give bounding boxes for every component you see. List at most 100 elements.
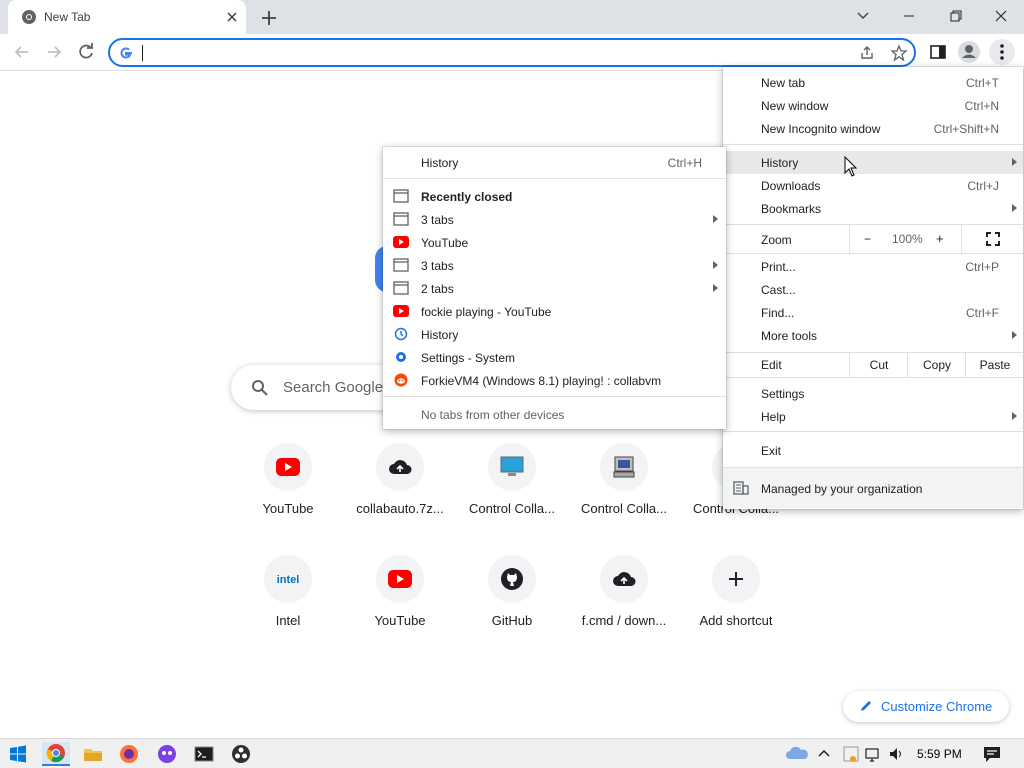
github-icon [501, 568, 523, 590]
copy-button[interactable]: Copy [907, 353, 965, 377]
menu-item-new-incognito-window[interactable]: New Incognito window Ctrl+Shift+N [723, 117, 1023, 140]
chrome-icon [46, 744, 65, 763]
file-explorer-icon[interactable] [81, 742, 105, 766]
shortcut-tile[interactable]: intel Intel [232, 555, 344, 655]
menu-separator [723, 377, 1023, 378]
history-item[interactable]: History [383, 323, 726, 346]
intel-icon: intel [277, 574, 300, 586]
menu-item-exit[interactable]: Exit [723, 439, 1023, 462]
svg-text:intel: intel [277, 574, 300, 586]
tab-new-tab[interactable]: New Tab [8, 0, 246, 34]
menu-item-history[interactable]: History [723, 151, 1023, 174]
managed-by-organization[interactable]: Managed by your organization [723, 468, 1023, 508]
pencil-icon [861, 701, 871, 711]
zoom-out-button[interactable]: − [864, 232, 871, 246]
menu-item-help[interactable]: Help [723, 405, 1023, 428]
onedrive-icon[interactable] [784, 742, 810, 766]
shortcut-label: YouTube [262, 501, 314, 516]
recently-closed-header: Recently closed [383, 185, 726, 208]
close-icon[interactable] [224, 9, 240, 25]
shortcut-tile[interactable]: YouTube [232, 443, 344, 543]
zoom-in-button[interactable]: + [936, 231, 944, 246]
menu-item-bookmarks[interactable]: Bookmarks [723, 197, 1023, 220]
history-item[interactable]: 3 tabs [383, 254, 726, 277]
history-item[interactable]: Settings - System [383, 346, 726, 369]
back-icon[interactable] [9, 39, 35, 65]
clock-time[interactable]: 5:59 PM [917, 747, 962, 761]
network-icon[interactable] [863, 742, 883, 766]
reload-icon[interactable] [73, 39, 99, 65]
history-item[interactable]: ForkieVM4 (Windows 8.1) playing! : colla… [383, 369, 726, 392]
windows-start-icon[interactable] [6, 742, 30, 766]
window-icon [393, 189, 409, 203]
shortcut-tile[interactable]: Control Colla... [456, 443, 568, 543]
history-item[interactable]: fockie playing - YouTube [383, 300, 726, 323]
shortcut-tile[interactable]: collabauto.7z... [344, 443, 456, 543]
new-tab-button[interactable] [258, 7, 280, 29]
fullscreen-icon[interactable] [986, 232, 1000, 246]
history-item[interactable]: 3 tabs [383, 208, 726, 231]
computer-icon [613, 456, 635, 478]
app-purple-icon[interactable] [155, 742, 179, 766]
customize-chrome-button[interactable]: Customize Chrome [843, 691, 1009, 722]
cloud-upload-icon [613, 572, 636, 586]
youtube-icon [393, 305, 409, 317]
shortcut-tile[interactable]: GitHub [456, 555, 568, 655]
shortcut-label: f.cmd / down... [581, 613, 667, 628]
firefox-icon[interactable] [117, 742, 141, 766]
command-prompt-icon[interactable] [192, 742, 216, 766]
add-shortcut-button[interactable]: Add shortcut [680, 555, 792, 655]
profile-avatar-icon[interactable] [956, 39, 982, 65]
shortcut-tile[interactable]: Control Colla... [568, 443, 680, 543]
history-submenu-item-history[interactable]: History Ctrl+H [383, 151, 726, 174]
cut-button[interactable]: Cut [849, 353, 907, 377]
address-bar[interactable] [108, 38, 916, 67]
menu-separator [723, 253, 1023, 254]
menu-separator [723, 144, 1023, 145]
bookmark-star-icon[interactable] [890, 44, 908, 62]
menu-item-cast[interactable]: Cast... [723, 278, 1023, 301]
edit-label: Edit [761, 358, 782, 372]
side-panel-icon[interactable] [925, 39, 951, 65]
history-item[interactable]: YouTube [383, 231, 726, 254]
menu-item-print[interactable]: Print... Ctrl+P [723, 255, 1023, 278]
submenu-arrow-icon [713, 261, 718, 269]
menu-item-settings[interactable]: Settings [723, 382, 1023, 405]
submenu-arrow-icon [1012, 204, 1017, 212]
minimize-icon[interactable] [895, 4, 923, 28]
text-caret [142, 45, 143, 61]
window-icon [393, 258, 409, 272]
search-placeholder: Search Google [283, 379, 384, 396]
shortcut-tile[interactable]: f.cmd / down... [568, 555, 680, 655]
youtube-icon [276, 458, 300, 476]
menu-item-find[interactable]: Find... Ctrl+F [723, 301, 1023, 324]
notification-app-icon[interactable] [841, 742, 861, 766]
chrome-icon [22, 10, 36, 24]
tab-search-chevron-icon[interactable] [849, 4, 877, 28]
obs-icon[interactable] [229, 742, 253, 766]
history-item[interactable]: 2 tabs [383, 277, 726, 300]
window-close-icon[interactable] [987, 4, 1015, 28]
taskbar-chrome[interactable] [42, 742, 70, 766]
shortcut-tile[interactable]: YouTube [344, 555, 456, 655]
volume-icon[interactable] [887, 742, 907, 766]
show-hidden-icons-chevron-icon[interactable] [814, 742, 834, 766]
history-submenu: History Ctrl+H Recently closed 3 tabs Yo… [383, 147, 726, 429]
paste-button[interactable]: Paste [965, 353, 1023, 377]
menu-item-new-window[interactable]: New window Ctrl+N [723, 94, 1023, 117]
restore-icon[interactable] [941, 4, 969, 28]
menu-item-more-tools[interactable]: More tools [723, 324, 1023, 347]
history-icon [394, 327, 408, 341]
cloud-upload-icon [389, 460, 412, 474]
zoom-label: Zoom [761, 233, 792, 247]
kebab-menu-icon[interactable] [989, 39, 1015, 65]
share-icon[interactable] [858, 44, 876, 62]
taskbar: 5:59 PM [0, 738, 1024, 768]
settings-icon [396, 352, 406, 362]
action-center-icon[interactable] [980, 742, 1004, 766]
menu-item-new-tab[interactable]: New tab Ctrl+T [723, 71, 1023, 94]
menu-separator [723, 431, 1023, 432]
omnibox-input[interactable] [146, 43, 826, 63]
menu-item-downloads[interactable]: Downloads Ctrl+J [723, 174, 1023, 197]
forward-icon[interactable] [41, 39, 67, 65]
